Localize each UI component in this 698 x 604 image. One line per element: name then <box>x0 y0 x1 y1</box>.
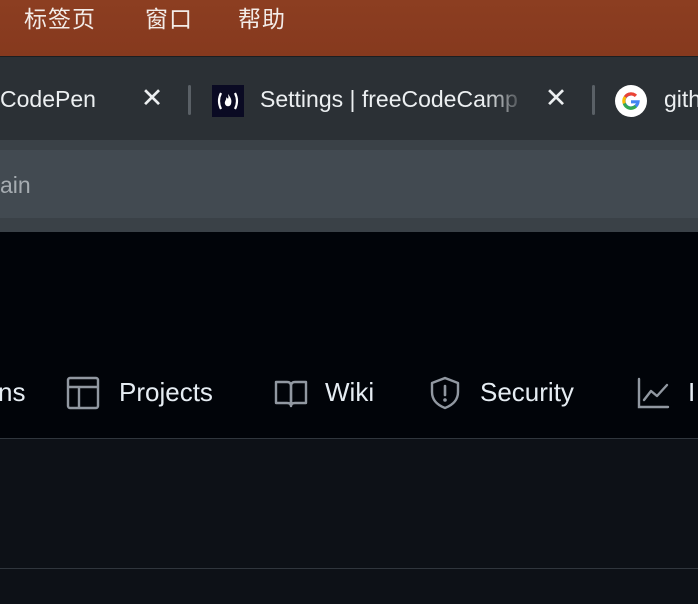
google-icon <box>615 85 647 117</box>
book-icon <box>274 380 308 408</box>
close-icon[interactable]: ✕ <box>139 85 165 112</box>
tab-separator <box>592 85 595 115</box>
repo-nav-label: Projects <box>119 377 213 407</box>
freecodecamp-icon <box>212 85 244 117</box>
tab-title-fade <box>486 81 526 117</box>
menu-item-help[interactable]: 帮助 <box>238 6 286 34</box>
tab-title: github <box>664 86 698 112</box>
tab-separator <box>188 85 191 115</box>
shield-icon <box>430 376 460 410</box>
repo-nav-projects[interactable]: Projects <box>64 366 244 418</box>
repo-nav-label: I <box>688 377 696 407</box>
browser-toolbar: ain <box>0 140 698 232</box>
content-divider <box>0 568 698 569</box>
repo-header: ns Projects Wiki Security I <box>0 232 698 438</box>
tab-title: CodePen <box>0 86 96 112</box>
repo-nav-security[interactable]: Security <box>428 366 598 418</box>
tab-title: Settings | freeCodeCamp <box>260 86 518 112</box>
repo-nav-label: Security <box>480 377 574 407</box>
address-text: ain <box>0 172 31 198</box>
repo-nav-actions[interactable]: ns <box>0 366 40 418</box>
close-icon[interactable]: ✕ <box>543 85 569 112</box>
menu-item-tabs[interactable]: 标签页 <box>24 6 96 34</box>
repo-nav-label: Wiki <box>325 377 375 407</box>
graph-icon <box>637 377 670 409</box>
repo-nav-insights[interactable]: I <box>636 366 698 418</box>
tab-strip: CodePen ✕ Settings | freeCodeCamp ✕ gith… <box>0 56 698 140</box>
address-bar[interactable]: ain <box>0 150 698 218</box>
tab-google[interactable]: github <box>600 57 698 141</box>
repo-nav-wiki[interactable]: Wiki <box>272 366 392 418</box>
repo-content <box>0 439 698 604</box>
tab-freecodecamp[interactable]: Settings | freeCodeCamp ✕ <box>196 57 592 141</box>
table-icon <box>66 376 100 410</box>
tab-codepen[interactable]: CodePen ✕ <box>0 57 188 141</box>
menu-item-window[interactable]: 窗口 <box>145 6 193 34</box>
menu-bar: 标签页 窗口 帮助 <box>0 0 698 56</box>
repo-nav-label: ns <box>0 377 26 407</box>
